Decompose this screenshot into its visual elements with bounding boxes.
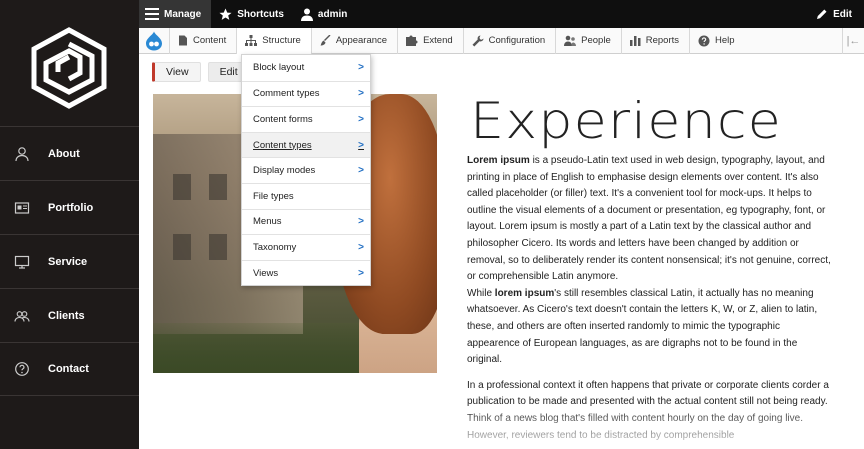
menu-item-taxonomy[interactable]: Taxonomy > [242, 234, 370, 260]
tray-help[interactable]: Help [689, 27, 745, 54]
admin-tray: Content Structure Appearance Extend Conf… [139, 27, 864, 54]
puzzle-icon [406, 35, 418, 46]
sitemap-icon [245, 35, 258, 46]
tray-item-label: People [581, 35, 611, 46]
chevron-right-icon: > [358, 241, 364, 253]
drupal-drop-icon [146, 31, 162, 50]
menu-item-content-forms[interactable]: Content forms > [242, 106, 370, 132]
id-card-icon [14, 200, 30, 216]
chevron-right-icon: > [358, 165, 364, 177]
tray-structure[interactable]: Structure [236, 27, 311, 54]
sidebar-item-contact[interactable]: Contact [0, 342, 139, 396]
brush-icon [320, 35, 331, 46]
sidebar-item-label: Contact [48, 363, 89, 375]
tray-orientation-toggle[interactable]: |← [842, 27, 864, 54]
tray-item-label: Help [715, 35, 735, 46]
manage-button[interactable]: Manage [139, 0, 212, 28]
chevron-right-icon: > [358, 216, 364, 228]
shortcuts-button[interactable]: Shortcuts [211, 0, 293, 28]
tray-content[interactable]: Content [169, 27, 236, 54]
structure-dropdown-menu: Block layout > Comment types > Content for… [241, 54, 371, 287]
chevron-right-icon: > [358, 267, 364, 279]
manage-label: Manage [164, 8, 202, 20]
sidebar-item-clients[interactable]: Clients [0, 288, 139, 342]
document-icon [179, 35, 187, 46]
sidebar-item-about[interactable]: About [0, 126, 139, 180]
chevron-right-icon: > [358, 113, 364, 125]
menu-item-menus[interactable]: Menus > [242, 208, 370, 235]
site-sidebar: About Portfolio Service Clients Contact [0, 0, 139, 449]
edit-label: Edit [833, 8, 852, 20]
tray-item-label: Reports [645, 35, 680, 46]
menu-item-views[interactable]: Views > [242, 259, 370, 286]
menu-item-block-layout[interactable]: Block layout > [242, 55, 370, 81]
tray-people[interactable]: People [555, 27, 621, 54]
question-circle-icon [14, 361, 30, 377]
help-icon [698, 35, 710, 46]
user-menu-button[interactable]: admin [293, 0, 356, 28]
people-icon [564, 35, 577, 46]
menu-item-comment-types[interactable]: Comment types > [242, 80, 370, 107]
tray-item-label: Configuration [488, 35, 546, 46]
menu-item-content-types[interactable]: Content types > [242, 131, 370, 158]
sidebar-item-label: Portfolio [48, 201, 94, 214]
tray-appearance[interactable]: Appearance [310, 27, 397, 54]
page-title: Experience [470, 92, 782, 150]
sidebar-item-label: Clients [48, 309, 85, 322]
edit-mode-button[interactable]: Edit [808, 0, 864, 28]
menu-item-file-types[interactable]: File types [242, 182, 370, 209]
tray-reports[interactable]: Reports [620, 27, 689, 54]
hamburger-icon [145, 8, 159, 20]
sidebar-item-service[interactable]: Service [0, 234, 139, 288]
bar-chart-icon [629, 36, 641, 46]
pencil-icon [817, 9, 827, 19]
shortcuts-label: Shortcuts [237, 8, 284, 20]
hexagon-logo-icon [31, 27, 107, 109]
tray-item-label: Content [193, 35, 227, 46]
user-label: admin [317, 8, 348, 20]
tray-item-label: Appearance [335, 35, 388, 46]
monitor-icon [14, 254, 30, 270]
chevron-right-icon: > [358, 62, 364, 74]
user-icon [14, 146, 30, 162]
collapse-icon: |← [846, 34, 861, 47]
users-icon [14, 308, 30, 324]
tray-item-label: Extend [423, 35, 453, 46]
paragraph: In a professional context it often happe… [467, 379, 829, 441]
menu-item-display-modes[interactable]: Display modes > [242, 157, 370, 183]
sidebar-item-label: Service [48, 255, 88, 268]
sidebar-item-label: About [48, 147, 80, 160]
wrench-icon [472, 35, 484, 46]
star-icon [219, 7, 232, 20]
article-body: Lorem ipsum is a pseudo-Latin text used … [467, 153, 835, 449]
chevron-right-icon: > [358, 88, 364, 100]
tray-extend[interactable]: Extend [397, 27, 463, 54]
local-tasks: View Edit [152, 62, 250, 82]
drupal-home-link[interactable] [139, 28, 169, 54]
sidebar-item-portfolio[interactable]: Portfolio [0, 180, 139, 234]
admin-toolbar: Manage Shortcuts admin Edit [139, 0, 864, 28]
person-icon [300, 8, 313, 21]
tab-view[interactable]: View [152, 62, 201, 82]
tray-configuration[interactable]: Configuration [462, 27, 556, 54]
sidebar-nav: About Portfolio Service Clients Contact [0, 126, 139, 396]
tray-item-label: Structure [262, 35, 301, 46]
site-logo[interactable] [28, 27, 110, 109]
chevron-right-icon: > [358, 139, 364, 151]
paragraph: Lorem ipsum is a pseudo-Latin text used … [467, 155, 831, 366]
